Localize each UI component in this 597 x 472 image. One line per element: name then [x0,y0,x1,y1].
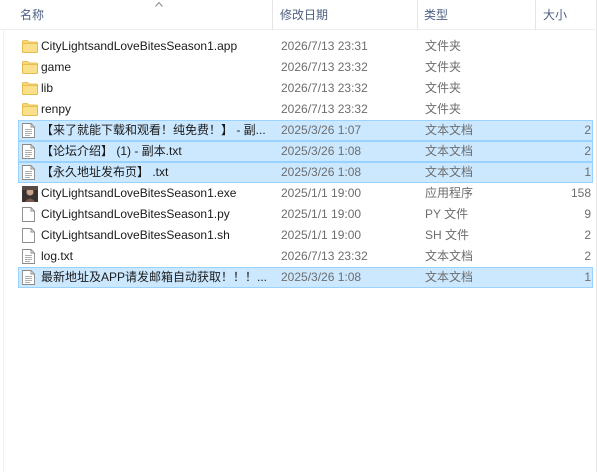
file-name: game [41,60,72,74]
file-size [535,79,591,98]
file-date: 2026/7/13 23:32 [281,102,368,116]
file-date: 2026/7/13 23:32 [281,60,368,74]
file-size: 1 [584,165,591,179]
file-name: CityLightsandLoveBitesSeason1.exe [41,186,237,200]
file-name: log.txt [41,249,74,263]
folder-icon [21,37,39,56]
file-icon [21,205,39,224]
column-header-type-label: 类型 [424,8,449,22]
file-size [535,58,591,77]
file-date: 2025/3/26 1:08 [281,165,362,179]
file-row[interactable]: CityLightsandLoveBitesSeason1.sh 2025/1/1… [18,225,593,246]
column-header-size[interactable]: 大小 [537,0,595,30]
file-size: 1 [584,270,591,284]
file-rows: CityLightsandLoveBitesSeason1.app 2026/7/… [0,36,597,288]
file-size: 158 [570,186,591,200]
text-file-icon [21,121,39,140]
file-type: 文件夹 [425,81,462,95]
folder-icon [21,100,39,119]
text-file-icon [21,163,39,182]
file-name: 【论坛介绍】 (1) - 副本.txt [41,144,182,158]
file-size [535,37,591,56]
column-header-name[interactable]: 名称 [14,0,273,30]
file-row[interactable]: CityLightsandLoveBitesSeason1.app 2026/7/… [18,36,593,57]
folder-icon [21,58,39,77]
file-icon [21,226,39,245]
file-date: 2025/3/26 1:07 [281,123,362,137]
column-header-date[interactable]: 修改日期 [274,0,418,30]
file-row[interactable]: lib 2026/7/13 23:32 文件夹 [18,78,593,99]
file-row[interactable]: 【来了就能下载和观看！纯免费！】 - 副... 2025/3/26 1:07 文本文… [18,120,593,141]
file-size: 2 [584,144,591,158]
file-name: 【来了就能下载和观看！纯免费！】 - 副... [41,123,266,137]
file-name: 最新地址及APP请发邮箱自动获取！！！... [41,270,268,284]
folder-icon [21,79,39,98]
file-row[interactable]: renpy 2026/7/13 23:32 文件夹 [18,99,593,120]
file-type: 文本文档 [425,144,474,158]
file-size: 2 [584,249,591,263]
text-file-icon [21,142,39,161]
file-date: 2025/3/26 1:08 [281,144,362,158]
file-type: 文件夹 [425,102,462,116]
file-name: CityLightsandLoveBitesSeason1.sh [41,228,230,242]
sort-ascending-icon [155,1,163,7]
text-file-icon [21,247,39,266]
file-size: 2 [584,123,591,137]
file-row[interactable]: game 2026/7/13 23:32 文件夹 [18,57,593,78]
file-type: 文本文档 [425,165,474,179]
file-type: 应用程序 [425,186,474,200]
file-row[interactable]: 【论坛介绍】 (1) - 副本.txt 2025/3/26 1:08 文本文档 2 [18,141,593,162]
app-image-icon [21,184,39,203]
column-header-name-label: 名称 [20,8,45,22]
column-header-bar: 名称 修改日期 类型 大小 [0,0,597,30]
file-date: 2025/1/1 19:00 [281,228,362,242]
file-row[interactable]: CityLightsandLoveBitesSeason1.py 2025/1/1… [18,204,593,225]
file-name: renpy [41,102,72,116]
file-name: CityLightsandLoveBitesSeason1.py [41,207,230,221]
file-type: 文件夹 [425,60,462,74]
file-row[interactable]: CityLightsandLoveBitesSeason1.exe 2025/1/… [18,183,593,204]
file-name: CityLightsandLoveBitesSeason1.app [41,39,238,53]
file-row[interactable]: log.txt 2026/7/13 23:32 文本文档 2 [18,246,593,267]
file-date: 2026/7/13 23:31 [281,39,368,53]
column-header-date-label: 修改日期 [280,8,329,22]
file-date: 2025/1/1 19:00 [281,186,362,200]
file-size: 2 [584,228,591,242]
file-name: 【永久地址发布页】 .txt [41,165,169,179]
column-header-type[interactable]: 类型 [418,0,536,30]
column-header-size-label: 大小 [543,8,568,22]
file-date: 2026/7/13 23:32 [281,81,368,95]
file-type: SH 文件 [425,228,470,242]
file-date: 2026/7/13 23:32 [281,249,368,263]
file-type: 文件夹 [425,39,462,53]
file-type: 文本文档 [425,270,474,284]
file-type: PY 文件 [425,207,469,221]
file-date: 2025/3/26 1:08 [281,270,362,284]
text-file-icon [21,268,39,287]
file-date: 2025/1/1 19:00 [281,207,362,221]
file-size: 9 [584,207,591,221]
file-size [535,100,591,119]
file-row[interactable]: 最新地址及APP请发邮箱自动获取！！！... 2025/3/26 1:08 文本文档… [18,267,593,288]
file-type: 文本文档 [425,123,474,137]
file-type: 文本文档 [425,249,474,263]
file-list-pane: 名称 修改日期 类型 大小 CityLightsandLoveBitesSeas… [0,0,597,472]
file-row[interactable]: 【永久地址发布页】 .txt 2025/3/26 1:08 文本文档 1 [18,162,593,183]
file-name: lib [41,81,54,95]
